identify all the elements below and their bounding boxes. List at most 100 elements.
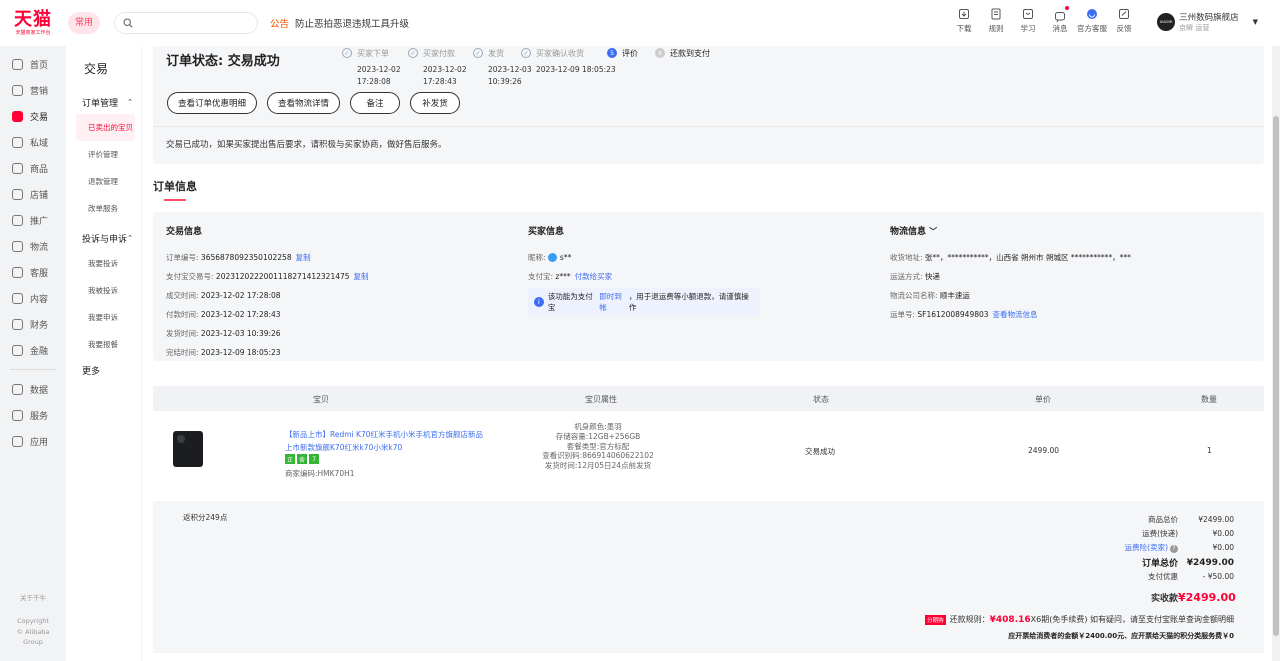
nav-services[interactable]: 服务 <box>0 402 66 428</box>
nav-service[interactable]: 客服 <box>0 259 66 285</box>
group-complaints[interactable]: 投诉与申诉 ⌃ <box>66 226 141 250</box>
tag-authentic: 正 <box>285 454 295 464</box>
nav-trade[interactable]: 交易 <box>0 103 66 129</box>
progress-steps: ✓ 买家下单 2023-12-02 17:28:08 ✓ 买家付款 2023-12-0… <box>342 46 735 88</box>
product-code: 商家编码:HMK70H1 <box>285 469 355 478</box>
official-service-button[interactable]: 官方客服 <box>1076 8 1108 34</box>
sub-item-file-complaint[interactable]: 我要投诉 <box>66 250 141 277</box>
toolbar: 下载 规则 学习 消息 官方客服 反馈 <box>948 6 1140 34</box>
notice-text[interactable]: 防止恶拍恶退违规工具升级 <box>295 16 409 30</box>
feedback-icon <box>1119 9 1129 19</box>
download-button[interactable]: 下载 <box>948 8 980 34</box>
copyright-line2: © Alibaba <box>16 628 50 636</box>
nav-private[interactable]: 私域 <box>0 129 66 155</box>
remark-button[interactable]: 备注 <box>350 92 401 114</box>
copy-alipay-id-link[interactable]: 复制 <box>354 271 369 282</box>
copyright-line3: Group <box>23 638 43 646</box>
group-order-management[interactable]: 订单管理 ⌃ <box>66 90 141 114</box>
nav-logistics[interactable]: 物流 <box>0 233 66 259</box>
main-sidebar: 首页 营销 交易 私域 商品 店铺 推广 物流 客服 内容 财务 金融 数据 服… <box>0 46 66 661</box>
buyer-info: 买家信息 昵称: s** 支付宝: z*** 付款给买家 i 该功能为支付宝 即时到帐… <box>528 224 760 316</box>
chevron-down-icon[interactable]: ﹀ <box>929 227 937 236</box>
col-attrs: 宝贝属性 <box>585 395 617 404</box>
nav-goods[interactable]: 商品 <box>0 155 66 181</box>
message-badge-dot <box>1065 6 1069 10</box>
sub-item-more[interactable]: 更多 <box>66 358 141 382</box>
nav-promotion[interactable]: 推广 <box>0 207 66 233</box>
reship-button[interactable]: 补发货 <box>410 92 461 114</box>
col-item: 宝贝 <box>313 395 329 404</box>
step-repay: 6 还款到支付 <box>655 46 735 88</box>
logistics-icon <box>12 240 23 252</box>
data-icon <box>12 383 23 395</box>
items-table-header: 宝贝 宝贝属性 状态 单价 数量 <box>153 386 1264 411</box>
service-nav-icon <box>12 266 23 278</box>
status-description: 交易已成功，如果买家提出售后要求，请积极与买家协商，做好售后服务。 <box>166 140 447 150</box>
learn-icon <box>1023 9 1033 19</box>
copy-order-id-link[interactable]: 复制 <box>296 252 311 263</box>
message-button[interactable]: 消息 <box>1044 6 1076 34</box>
nav-home[interactable]: 首页 <box>0 51 66 77</box>
shipping-row: 运费(快递) ¥0.00 <box>1142 529 1234 538</box>
invoice-note: 应开票给消费者的金额￥2400.00元、应开票给天猫的积分类服务费￥0 <box>1008 632 1234 640</box>
product-image[interactable] <box>173 431 203 467</box>
private-icon <box>12 136 23 148</box>
step-review: 5 评价 <box>607 46 655 88</box>
order-detail-main: 订单状态: 交易成功 ✓ 买家下单 2023-12-02 17:28:08 ✓ 买家付… <box>142 46 1272 661</box>
step-order: ✓ 买家下单 2023-12-02 17:28:08 <box>342 46 408 88</box>
wangwang-icon[interactable] <box>547 253 557 262</box>
nav-shop[interactable]: 店铺 <box>0 181 66 207</box>
service-icon <box>1087 9 1097 19</box>
search-icon <box>123 18 133 28</box>
status-divider <box>153 126 1264 127</box>
trade-icon <box>12 110 23 122</box>
services-icon <box>12 409 23 421</box>
pay-buyer-link[interactable]: 付款给买家 <box>575 271 613 282</box>
user-role: 京瞬 运营 <box>1179 24 1210 32</box>
sub-item-reviews[interactable]: 评价管理 <box>66 141 141 168</box>
view-logistics-button[interactable]: 查看物流详情 <box>267 92 341 114</box>
shop-icon <box>12 188 23 200</box>
user-menu[interactable]: XIAOMI 三州数码旗舰店 京瞬 运营 ▼ <box>1157 11 1258 33</box>
view-tracking-link[interactable]: 查看物流信息 <box>993 309 1038 320</box>
check-icon: ✓ <box>521 48 531 58</box>
nav-finance[interactable]: 财务 <box>0 311 66 337</box>
check-icon: ✓ <box>342 48 352 58</box>
nav-banking[interactable]: 金融 <box>0 337 66 363</box>
sub-item-report[interactable]: 我要报餐 <box>66 331 141 358</box>
info-icon: i <box>534 297 544 307</box>
nav-data[interactable]: 数据 <box>0 376 66 402</box>
view-discount-button[interactable]: 查看订单优惠明细 <box>167 92 258 114</box>
nav-content[interactable]: 内容 <box>0 285 66 311</box>
insurance-link[interactable]: 运费险(卖家)? <box>1058 542 1178 553</box>
item-price: 2499.00 <box>1028 446 1060 455</box>
received-row: 实收款 ¥2499.00 <box>1150 591 1236 604</box>
product-title-link[interactable]: 【新品上市】Redmi K70红米手机小米手机官方旗舰店新品上市新款旗舰K70红… <box>285 428 485 454</box>
info-tip: i 该功能为支付宝 即时到帐 ，用于退运费等小额退款，请谨慎操作 <box>528 288 760 316</box>
home-icon <box>12 58 23 70</box>
learn-button[interactable]: 学习 <box>1012 8 1044 34</box>
scrollbar-thumb[interactable] <box>1273 116 1279 636</box>
instant-transfer-link[interactable]: 即时到帐 <box>599 291 628 313</box>
sub-item-modify-order[interactable]: 改单服务 <box>66 195 141 222</box>
help-icon[interactable]: ? <box>1170 545 1178 553</box>
download-icon <box>959 9 969 19</box>
nav-apps[interactable]: 应用 <box>0 428 66 454</box>
title-underline <box>164 199 186 201</box>
about-link[interactable]: 关于千牛 <box>0 592 66 602</box>
search-input[interactable] <box>114 12 259 34</box>
tmall-logo[interactable]: 天猫 天猫商家工作台 <box>0 0 66 46</box>
favorites-chip[interactable]: 常用 <box>68 12 101 34</box>
logo-text: 天猫 <box>14 8 52 30</box>
sub-item-sold[interactable]: 已卖出的宝贝 <box>76 114 135 141</box>
trade-info: 交易信息 订单编号: 3656878092350102258 复制 支付宝交易号:… <box>166 227 369 357</box>
sub-item-appeal[interactable]: 我要申诉 <box>66 304 141 331</box>
goods-total-row: 商品总价 ¥2499.00 <box>1148 515 1234 524</box>
feedback-button[interactable]: 反馈 <box>1108 8 1140 34</box>
sub-sidebar: 交易 订单管理 ⌃ 已卖出的宝贝 评价管理 退款管理 改单服务 投诉与申诉 ⌃ 我要… <box>66 46 142 661</box>
sub-item-refunds[interactable]: 退款管理 <box>66 168 141 195</box>
nav-marketing[interactable]: 营销 <box>0 77 66 103</box>
page-scrollbar[interactable] <box>1272 46 1280 661</box>
sub-item-complained[interactable]: 我被投诉 <box>66 277 141 304</box>
rules-button[interactable]: 规则 <box>980 8 1012 34</box>
